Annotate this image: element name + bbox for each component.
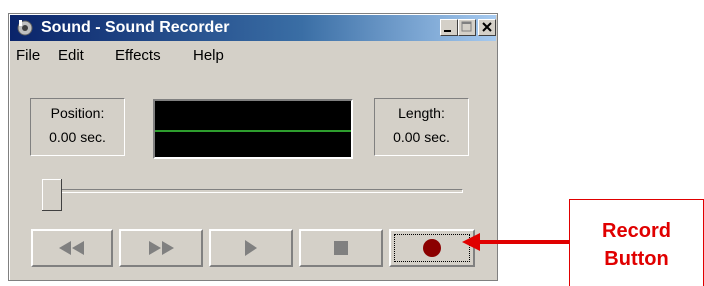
stop-button[interactable] [299,229,383,267]
close-button[interactable] [478,19,496,36]
callout-line-2: Button [604,248,669,270]
rewind-icon [59,241,84,255]
length-value: 0.00 sec. [393,129,450,145]
menu-file[interactable]: File [16,47,40,64]
position-label: Position: [50,105,105,121]
record-icon [423,239,441,257]
close-icon [482,22,492,32]
length-label: Length: [398,105,445,121]
title-bar[interactable]: Sound - Sound Recorder [10,15,496,41]
seek-to-start-button[interactable] [31,229,113,267]
position-display: Position: 0.00 sec. [30,98,125,156]
fast-forward-icon [149,241,174,255]
maximize-icon [461,21,472,32]
play-button[interactable] [209,229,293,267]
position-value: 0.00 sec. [49,129,106,145]
sound-recorder-window: Sound - Sound Recorder File Edit Effects… [8,13,498,281]
menu-edit[interactable]: Edit [58,47,84,64]
seek-track[interactable] [45,189,463,193]
stop-icon [334,241,348,255]
seek-slider-thumb[interactable] [42,179,62,211]
menu-effects[interactable]: Effects [115,47,161,64]
maximize-button[interactable] [458,19,476,36]
callout-line-1: Record [602,220,671,242]
menu-help[interactable]: Help [193,47,224,64]
waveform-display [153,99,353,159]
menu-bar: File Edit Effects Help [10,43,496,69]
seek-to-end-button[interactable] [119,229,203,267]
length-display: Length: 0.00 sec. [374,98,469,156]
microphone-app-icon [17,20,33,36]
waveform-line [155,130,351,132]
minimize-icon [444,30,451,32]
window-title: Sound - Sound Recorder [41,19,230,36]
minimize-button[interactable] [440,19,458,36]
annotation-arrow-icon [462,233,570,251]
play-icon [245,240,257,256]
record-button-callout: Record Button [569,199,704,286]
